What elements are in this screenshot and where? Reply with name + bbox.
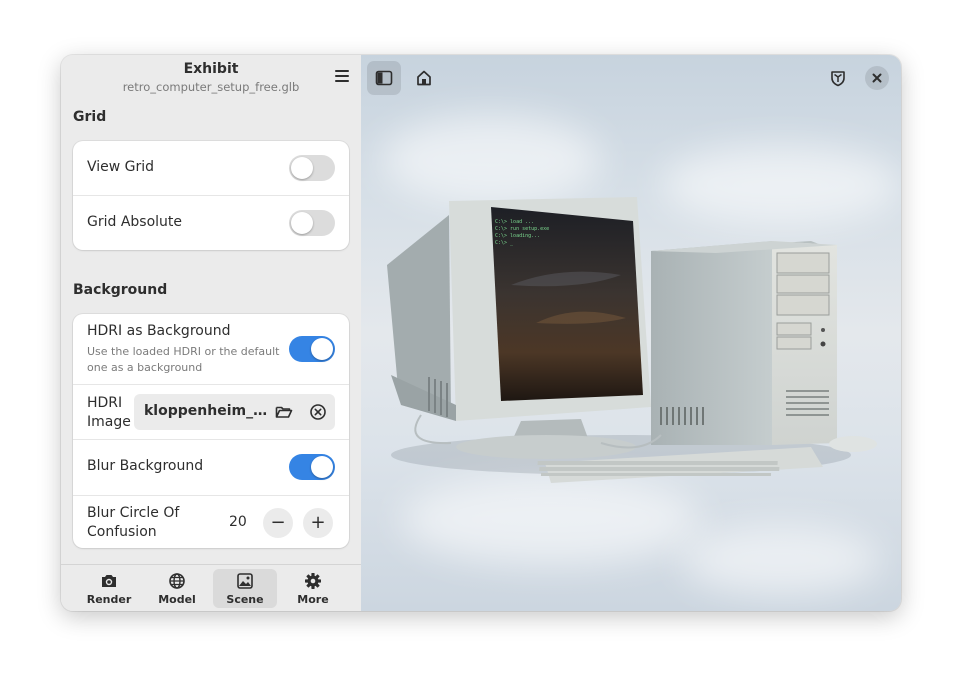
- tab-render[interactable]: Render: [77, 569, 141, 608]
- grid-card: View Grid Grid Absolute: [73, 141, 349, 250]
- hdri-file-chooser[interactable]: kloppenheim_0…: [134, 394, 335, 430]
- terminal-line: C:\> _: [495, 240, 514, 246]
- clear-hdri-button[interactable]: [308, 402, 328, 422]
- background-card: HDRI as Background Use the loaded HDRI o…: [73, 314, 349, 548]
- bottom-tab-bar: Render Model Scene More: [61, 564, 361, 611]
- tab-more[interactable]: More: [281, 569, 345, 608]
- hdri-image-label: HDRI Image: [87, 395, 131, 430]
- increase-button[interactable]: +: [303, 508, 333, 538]
- toggle-knob: [311, 338, 333, 360]
- section-title-background: Background: [73, 282, 168, 298]
- sidebar: Exhibit retro_computer_setup_free.glb Gr…: [61, 55, 361, 611]
- toggle-knob: [311, 456, 333, 478]
- blur-coc-value[interactable]: 20: [229, 514, 247, 530]
- view-grid-label: View Grid: [87, 159, 155, 175]
- hamburger-icon: [335, 70, 349, 72]
- globe-icon: [169, 573, 185, 589]
- main-menu-button[interactable]: [331, 65, 353, 87]
- toggle-sidebar-button[interactable]: [367, 61, 401, 95]
- row-hdri-image: HDRI Image kloppenheim_0…: [73, 385, 349, 440]
- 3d-viewport[interactable]: C:\> load ... C:\> run setup.exe C:\> lo…: [361, 55, 901, 611]
- row-hdri-background: HDRI as Background Use the loaded HDRI o…: [73, 314, 349, 385]
- open-folder-button[interactable]: [274, 402, 294, 422]
- grid-absolute-toggle[interactable]: [289, 210, 335, 236]
- hdri-background-description: Use the loaded HDRI or the default one a…: [87, 345, 280, 374]
- tab-model[interactable]: Model: [145, 569, 209, 608]
- tab-more-label: More: [297, 593, 329, 606]
- camera-icon: [102, 575, 116, 587]
- gear-icon: [305, 573, 321, 589]
- terminal-line: C:\> loading...: [495, 233, 540, 239]
- blur-background-label: Blur Background: [87, 458, 204, 474]
- blur-background-toggle[interactable]: [289, 454, 335, 480]
- tab-render-label: Render: [86, 593, 132, 606]
- close-window-button[interactable]: [865, 66, 889, 90]
- sidebar-header: Exhibit retro_computer_setup_free.glb: [61, 55, 361, 105]
- decrease-button[interactable]: −: [263, 508, 293, 538]
- clear-circle-icon: [310, 404, 326, 420]
- grid-absolute-label: Grid Absolute: [87, 214, 183, 230]
- row-view-grid: View Grid: [73, 141, 349, 196]
- app-window: Exhibit retro_computer_setup_free.glb Gr…: [61, 55, 901, 611]
- hdri-background-toggle[interactable]: [289, 336, 335, 362]
- image-icon: [237, 573, 253, 589]
- section-title-grid: Grid: [73, 109, 107, 125]
- blur-coc-label: Blur Circle Of Confusion: [87, 505, 180, 540]
- terminal-line: C:\> run setup.exe: [495, 226, 549, 232]
- view-grid-toggle[interactable]: [289, 155, 335, 181]
- cube-shield-icon: [831, 71, 845, 87]
- terminal-line: C:\> load ...: [495, 219, 534, 225]
- sidebar-icon: [375, 70, 393, 86]
- file-subtitle: retro_computer_setup_free.glb: [122, 80, 300, 94]
- close-icon: [872, 73, 882, 83]
- retro-computer-model: C:\> load ... C:\> run setup.exe C:\> lo…: [387, 197, 877, 483]
- model-view-button[interactable]: [821, 61, 855, 95]
- home-icon: [417, 70, 431, 86]
- hdri-background-label: HDRI as Background: [87, 323, 231, 339]
- toggle-knob: [291, 212, 313, 234]
- toggle-knob: [291, 157, 313, 179]
- hdri-file-name: kloppenheim_0…: [144, 403, 268, 419]
- tab-scene-label: Scene: [226, 593, 264, 606]
- row-blur-coc: Blur Circle Of Confusion 20 − +: [73, 496, 349, 548]
- reset-view-button[interactable]: [407, 61, 441, 95]
- app-title: Exhibit: [183, 61, 239, 77]
- tab-scene[interactable]: Scene: [213, 569, 277, 608]
- tab-model-label: Model: [158, 593, 196, 606]
- row-grid-absolute: Grid Absolute: [73, 196, 349, 250]
- row-blur-background: Blur Background: [73, 440, 349, 496]
- folder-open-icon: [275, 406, 293, 418]
